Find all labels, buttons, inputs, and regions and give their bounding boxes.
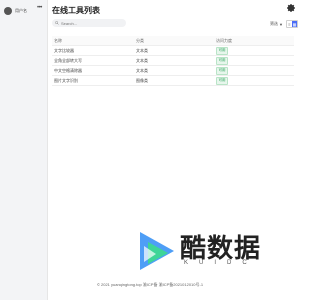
watermark-subtitle: KUIDC [184, 260, 258, 266]
tool-category: 文本类 [136, 67, 148, 73]
filter-label[interactable]: 筛选 [270, 21, 278, 27]
search-box[interactable] [52, 19, 126, 27]
tool-category: 图像类 [136, 77, 148, 83]
avatar [4, 7, 12, 15]
table-row[interactable]: 中文空格清除器 文本类 可用 [52, 66, 294, 76]
table-row[interactable]: 文字比较器 文本类 可用 [52, 46, 294, 56]
tool-category: 文本类 [136, 47, 148, 53]
tool-name[interactable]: 图片文字识别 [52, 78, 136, 84]
watermark: 酷数据 KUIDC [134, 228, 284, 278]
status-badge: 可用 [216, 66, 228, 75]
page-title: 在线工具列表 [52, 6, 100, 15]
table-header: 名称 分类 访问力度 [52, 36, 294, 46]
brand-label: 用户名 [15, 8, 27, 13]
more-icon[interactable]: ••• [37, 5, 42, 11]
tool-category: 文本类 [136, 57, 148, 63]
status-badge: 可用 [216, 46, 228, 55]
status-badge: 可用 [216, 56, 228, 65]
play-logo-icon [140, 232, 174, 270]
view-toggle: ≡ ▦ [285, 20, 298, 28]
tool-name[interactable]: 中文空格清除器 [52, 68, 136, 74]
column-header-status[interactable]: 访问力度 [216, 38, 294, 44]
funnel-icon[interactable]: ▼ [279, 22, 283, 27]
brand[interactable]: 用户名 [4, 7, 27, 15]
tool-name[interactable]: 文字比较器 [52, 48, 136, 54]
search-icon [55, 21, 59, 25]
toolbar: 筛选 ▼ ≡ ▦ [270, 20, 298, 28]
grid-view-icon[interactable]: ▦ [291, 21, 297, 27]
tools-table: 名称 分类 访问力度 文字比较器 文本类 可用 全角全部转大写 文本类 可用 中… [52, 36, 294, 86]
footer-copyright: © 2021 yuanqingtong.top 渝ICP备 渝ICP备20210… [96, 282, 204, 287]
column-header-category[interactable]: 分类 [136, 38, 216, 44]
status-badge: 可用 [216, 76, 228, 85]
search-input[interactable] [61, 20, 121, 26]
sidebar: 用户名 ••• [0, 0, 48, 300]
table-row[interactable]: 全角全部转大写 文本类 可用 [52, 56, 294, 66]
column-header-name[interactable]: 名称 [52, 38, 136, 44]
table-row[interactable]: 图片文字识别 图像类 可用 [52, 76, 294, 86]
gear-icon[interactable] [286, 3, 296, 13]
tool-name[interactable]: 全角全部转大写 [52, 58, 136, 64]
